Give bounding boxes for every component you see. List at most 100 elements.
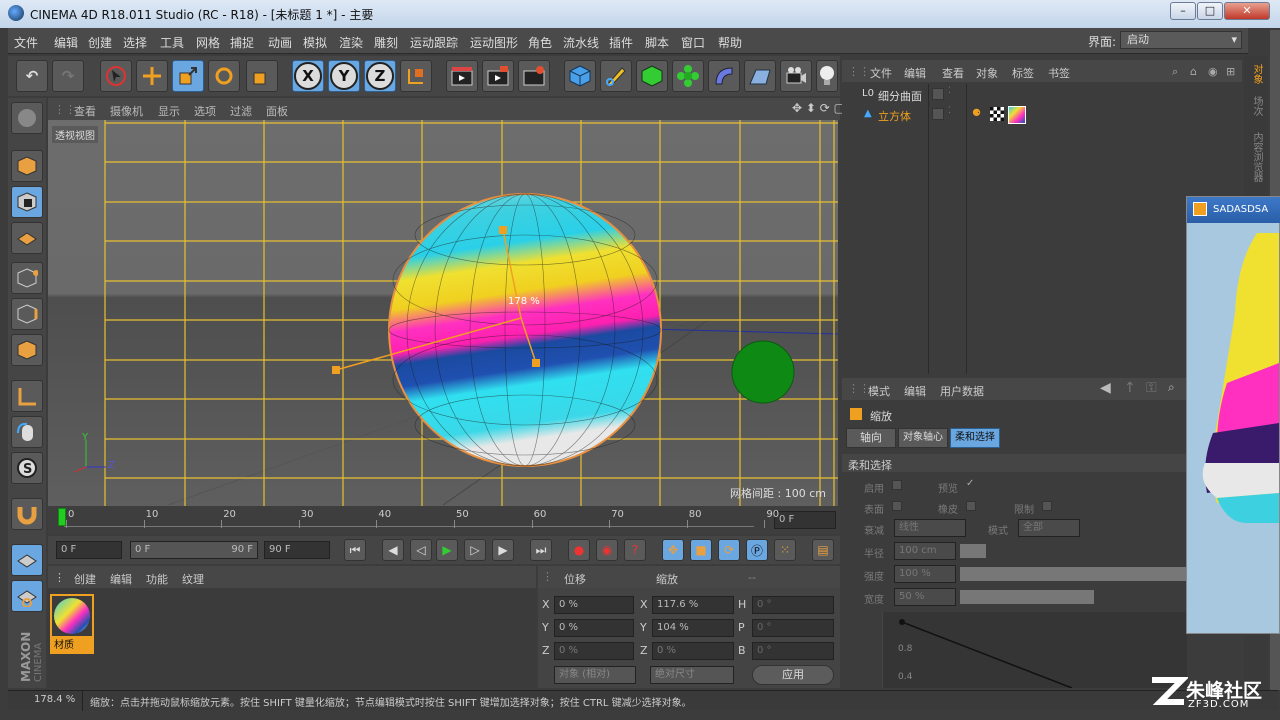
model-mode-button[interactable] [11, 150, 43, 182]
key-parameter-button[interactable]: Ⓟ [746, 539, 768, 561]
menu-item[interactable]: 角色 [528, 34, 552, 51]
visibility-dots-icon[interactable]: ⁚ [948, 106, 951, 116]
menu-item[interactable]: 文件 [14, 34, 38, 51]
key-scale-button[interactable]: ■ [690, 539, 712, 561]
cube-object-button[interactable] [564, 60, 596, 92]
playhead[interactable] [58, 508, 66, 526]
timeline-window-button[interactable]: ▤ [812, 539, 834, 561]
tweak-mode-button[interactable] [11, 416, 43, 448]
cloner-button[interactable] [672, 60, 704, 92]
home-icon[interactable]: ⌂ [1190, 65, 1197, 78]
menu-item[interactable]: 网格 [196, 34, 220, 51]
position-field[interactable]: 0 % [554, 596, 634, 614]
viewport-menu-item[interactable]: 选项 [194, 103, 216, 119]
falloff-graph[interactable]: 0.8 0.4 [881, 612, 1187, 689]
layout-select[interactable]: 启动 ▾ [1120, 31, 1242, 49]
menu-item[interactable]: 选择 [123, 34, 147, 51]
key-position-button[interactable]: ✥ [662, 539, 684, 561]
render-view-button[interactable] [446, 60, 478, 92]
point-mode-button[interactable] [11, 262, 43, 294]
maximize-button[interactable]: □ [1197, 2, 1223, 20]
scale-tool-button[interactable] [172, 60, 204, 92]
menu-item[interactable]: 流水线 [563, 34, 599, 51]
width-field[interactable]: 50 % [894, 588, 956, 606]
recent-tool-button[interactable] [246, 60, 278, 92]
position-field[interactable]: 0 % [554, 642, 634, 660]
light-object[interactable] [731, 340, 795, 404]
side-tab-takes[interactable]: 场次 [1248, 96, 1264, 136]
planar-workplane-button[interactable] [11, 580, 43, 612]
radius-slider[interactable] [960, 544, 986, 558]
material-menu-item[interactable]: 编辑 [110, 571, 132, 587]
snap-button[interactable]: S [11, 452, 43, 484]
position-field[interactable]: 0 % [554, 619, 634, 637]
attribute-menu-item[interactable]: 编辑 [904, 383, 926, 399]
undo-button[interactable]: ↶ [16, 60, 48, 92]
render-settings-button[interactable] [518, 60, 550, 92]
pen-spline-button[interactable] [600, 60, 632, 92]
previous-frame-button[interactable]: ◁ [410, 539, 432, 561]
eye-icon[interactable]: ◉ [1208, 65, 1218, 78]
object-row-subdivision[interactable]: L0 细分曲面 ⁚ [850, 86, 1230, 104]
render-to-picture-viewer-button[interactable] [482, 60, 514, 92]
current-frame-field[interactable]: 0 F [774, 511, 836, 529]
tab-soft-selection[interactable]: 柔和选择 [950, 428, 1000, 448]
x-axis-button[interactable]: X [292, 60, 324, 92]
viewport-menu-item[interactable]: 显示 [158, 103, 180, 119]
autokey-button[interactable]: ◉ [596, 539, 618, 561]
zoom-icon[interactable]: ⬍ [806, 101, 816, 115]
back-arrow-icon[interactable]: ◀ [1100, 380, 1111, 396]
pan-icon[interactable]: ✥ [792, 101, 802, 115]
menu-item[interactable]: 脚本 [645, 34, 669, 51]
material-menu-item[interactable]: 纹理 [182, 571, 204, 587]
menu-item[interactable]: 编辑 [54, 34, 78, 51]
material-tag-icon[interactable] [1008, 106, 1026, 124]
menu-item[interactable]: 动画 [268, 34, 292, 51]
new-window-icon[interactable]: ⊞ [1226, 65, 1235, 78]
edge-mode-button[interactable] [11, 298, 43, 330]
perspective-viewport[interactable]: 178 % Y Z [48, 120, 838, 506]
object-row-cube[interactable]: ▲ 立方体 ⁚ ⚈ [850, 106, 1230, 124]
preview-checkbox[interactable]: ✓ [966, 478, 974, 489]
coordinate-system-button[interactable] [400, 60, 432, 92]
end-frame-field[interactable]: 90 F [264, 541, 330, 559]
locked-workplane-button[interactable] [11, 544, 43, 576]
scale-field[interactable]: 117.6 % [652, 596, 734, 614]
menu-item[interactable]: 运动图形 [470, 34, 518, 51]
strength-slider[interactable] [960, 567, 1187, 581]
rotate-view-icon[interactable]: ⟳ [820, 101, 830, 115]
move-tool-button[interactable] [136, 60, 168, 92]
attribute-menu-item[interactable]: 用户数据 [940, 383, 984, 399]
subdivision-surface-button[interactable] [636, 60, 668, 92]
enable-checkbox[interactable] [892, 480, 902, 490]
key-rotation-button[interactable]: ⟳ [718, 539, 740, 561]
menu-item[interactable]: 工具 [160, 34, 184, 51]
search-icon[interactable]: ⌕ [1168, 380, 1175, 395]
width-slider[interactable] [960, 590, 1094, 604]
search-icon[interactable]: ⌕ [1172, 65, 1178, 79]
start-frame-field[interactable]: 0 F [56, 541, 122, 559]
floor-button[interactable] [744, 60, 776, 92]
radius-field[interactable]: 100 cm [894, 542, 956, 560]
material-menu-item[interactable]: 功能 [146, 571, 168, 587]
object-menu-item[interactable]: 文件 [870, 65, 892, 81]
material-thumbnail[interactable]: 材质 [50, 594, 94, 654]
enable-axis-button[interactable] [11, 380, 43, 412]
timeline-ruler[interactable]: 0 F 0 10 20 30 40 50 60 70 80 90 [48, 506, 840, 534]
rotate-tool-button[interactable] [208, 60, 240, 92]
object-menu-item[interactable]: 标签 [1012, 65, 1034, 81]
side-tab-content-browser[interactable]: 内容浏览器 [1248, 132, 1264, 192]
magnet-button[interactable] [11, 498, 43, 530]
texture-mode-button[interactable] [11, 186, 43, 218]
material-menu-item[interactable]: 创建 [74, 571, 96, 587]
external-image-window[interactable]: SADASDSA [1186, 196, 1280, 634]
menu-item[interactable]: 插件 [609, 34, 633, 51]
object-menu-item[interactable]: 对象 [976, 65, 998, 81]
object-menu-item[interactable]: 书签 [1048, 65, 1070, 81]
next-key-button[interactable]: ▶ [492, 539, 514, 561]
menu-item[interactable]: 帮助 [718, 34, 742, 51]
rotation-field[interactable]: 0 ° [752, 642, 834, 660]
object-menu-item[interactable]: 编辑 [904, 65, 926, 81]
phong-tag-icon[interactable]: ⚈ [972, 108, 981, 119]
next-frame-button[interactable]: ▷ [464, 539, 486, 561]
